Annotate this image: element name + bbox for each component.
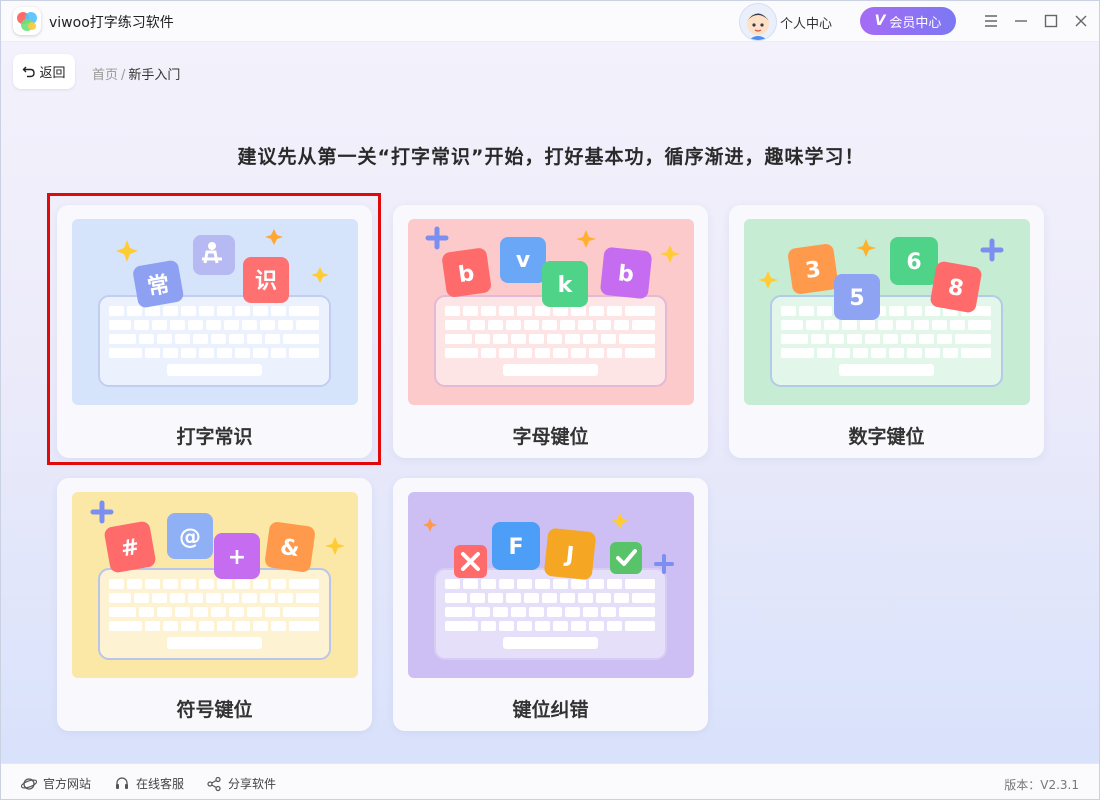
footer-link-label: 分享软件 (228, 777, 277, 791)
share-icon (207, 776, 221, 791)
keyboard-illustration (98, 295, 331, 387)
footer-link-label: 官方网站 (43, 777, 92, 791)
back-button[interactable]: 返回 (13, 54, 75, 89)
lesson-illustration: 3 5 6 8 (744, 219, 1030, 405)
lesson-card-label: 打字常识 (176, 426, 253, 448)
breadcrumb: 首页 / 新手入门 (92, 64, 180, 83)
share-software-link[interactable]: 分享软件 (206, 775, 276, 792)
key-glyph: 6 (906, 250, 921, 275)
lesson-card-label: 字母键位 (512, 426, 589, 448)
app-logo-icon (13, 7, 41, 35)
breadcrumb-current: 新手入门 (128, 68, 181, 83)
key-glyph: k (558, 273, 574, 298)
correct-check-icon (610, 542, 642, 574)
lesson-card-key-correction[interactable]: F J 键位纠错 (393, 478, 708, 731)
app-title: viwoo打字练习软件 (49, 15, 174, 31)
page-headline: 建议先从第一关“打字常识”开始，打好基本功，循序渐进，趣味学习！ (237, 146, 865, 168)
title-bar: viwoo打字练习软件 个人中心 V 会员中心 (1, 1, 1099, 42)
key-glyph: 5 (849, 286, 864, 311)
menu-icon[interactable] (979, 9, 1003, 33)
version-label: 版本：V2.3.1 (1004, 778, 1079, 792)
app-window: viwoo打字练习软件 个人中心 V 会员中心 返回 首页 / 新手入门 建议先… (0, 0, 1100, 800)
maximize-icon[interactable] (1039, 9, 1063, 33)
keyboard-illustration (434, 568, 667, 660)
user-avatar[interactable] (739, 3, 777, 41)
lesson-card-letter-keys[interactable]: b v k b 字母键位 (393, 205, 708, 458)
keyboard-illustration (434, 295, 667, 387)
minimize-icon[interactable] (1009, 9, 1033, 33)
undo-arrow-icon (22, 66, 36, 77)
key-glyph: v (516, 248, 531, 273)
footer-bar: 官方网站 在线客服 分享软件 版本：V2.3.1 (1, 763, 1099, 799)
lesson-card-label: 键位纠错 (512, 699, 589, 721)
key-glyph: + (228, 545, 246, 570)
lesson-card-symbol-keys[interactable]: # @ + & 符号键位 (57, 478, 372, 731)
vip-center-button[interactable]: V 会员中心 (860, 7, 956, 35)
key-glyph: @ (179, 525, 201, 550)
lesson-card-label: 数字键位 (848, 426, 925, 448)
lesson-illustration: F J (408, 492, 694, 678)
key-glyph: 识 (255, 269, 277, 294)
online-support-link[interactable]: 在线客服 (114, 775, 184, 792)
keyboard-illustration (98, 568, 331, 660)
lesson-illustration: # @ + & (72, 492, 358, 678)
lesson-illustration: b v k b (408, 219, 694, 405)
lesson-card-label: 符号键位 (176, 699, 253, 721)
vip-icon: V (874, 13, 886, 29)
headset-icon (116, 776, 128, 789)
key-glyph: F (508, 535, 523, 560)
breadcrumb-home[interactable]: 首页 (92, 68, 118, 83)
key-glyph: & (279, 535, 301, 562)
planet-icon (21, 777, 37, 790)
wrong-mark-icon (454, 545, 487, 578)
vip-center-label: 会员中心 (889, 15, 942, 31)
key-glyph: b (617, 261, 635, 288)
lesson-card-typing-basics[interactable]: 常 识 打字常识 (57, 205, 372, 458)
lesson-card-number-keys[interactable]: 3 5 6 8 数字键位 (729, 205, 1044, 458)
close-icon[interactable] (1069, 9, 1093, 33)
back-label: 返回 (39, 66, 66, 81)
lesson-illustration: 常 识 (72, 219, 358, 405)
personal-center-link[interactable]: 个人中心 (780, 13, 832, 32)
breadcrumb-separator: / (121, 68, 126, 83)
footer-link-label: 在线客服 (136, 777, 185, 791)
key-glyph: 常 (145, 271, 171, 300)
person-at-desk-icon (193, 235, 235, 275)
official-website-link[interactable]: 官方网站 (21, 775, 91, 792)
